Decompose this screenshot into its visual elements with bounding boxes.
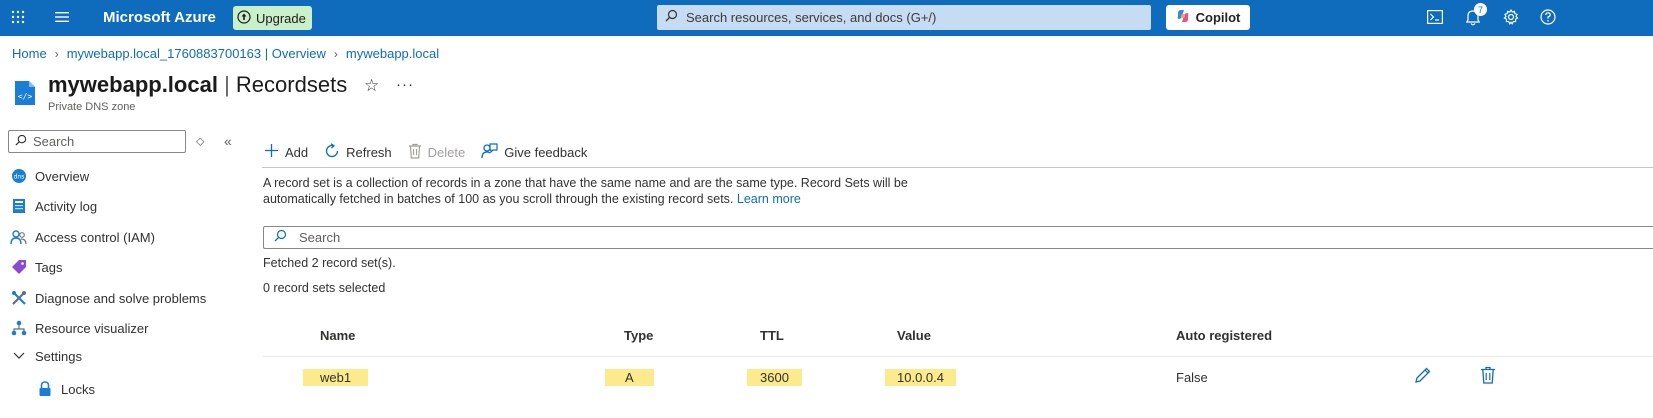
- sidebar-item-label: Locks: [61, 381, 95, 397]
- breadcrumb-home[interactable]: Home: [12, 46, 47, 61]
- menu-search-box[interactable]: [8, 130, 186, 153]
- expand-collapse-icon[interactable]: ⬦: [196, 134, 204, 149]
- trash-icon: [408, 143, 422, 162]
- upgrade-label: Upgrade: [256, 10, 306, 26]
- dns-zone-icon: dns: [10, 168, 27, 185]
- resource-name: mywebapp.local: [48, 72, 218, 97]
- recordsets-description: A record set is a collection of records …: [263, 175, 913, 207]
- sidebar-item-overview[interactable]: dns Overview: [10, 164, 89, 188]
- search-icon: [274, 229, 287, 247]
- copilot-icon: [1176, 9, 1190, 26]
- chevron-down-icon: [10, 348, 27, 365]
- notification-count-badge: 7: [1474, 3, 1487, 16]
- learn-more-link[interactable]: Learn more: [737, 192, 801, 206]
- sidebar-item-diagnose[interactable]: Diagnose and solve problems: [10, 286, 206, 310]
- breadcrumb-zone[interactable]: mywebapp.local: [346, 46, 439, 61]
- breadcrumb-overview[interactable]: mywebapp.local_1760883700163 | Overview: [67, 46, 326, 61]
- lock-icon: [36, 381, 53, 398]
- sidebar-item-resource-visualizer[interactable]: Resource visualizer: [10, 316, 148, 340]
- column-header-ttl[interactable]: TTL: [760, 328, 784, 343]
- plus-icon: [264, 143, 279, 161]
- cell-ttl: 3600: [747, 369, 802, 386]
- people-icon: [10, 229, 27, 246]
- sidebar-item-activity-log[interactable]: Activity log: [10, 194, 97, 218]
- refresh-icon: [324, 142, 340, 162]
- sidebar-item-settings[interactable]: Settings: [10, 344, 82, 368]
- global-search-input[interactable]: [686, 10, 1146, 25]
- chevron-right-icon: ›: [54, 46, 59, 61]
- command-bar-divider: [262, 167, 1653, 168]
- recordset-search-input[interactable]: [299, 230, 1599, 245]
- wrench-icon: [10, 290, 27, 307]
- resource-type-subtitle: Private DNS zone: [48, 101, 136, 113]
- svg-text:dns: dns: [13, 174, 24, 181]
- sidebar-item-label: Diagnose and solve problems: [35, 290, 207, 306]
- column-header-value[interactable]: Value: [897, 328, 931, 343]
- blade-name: Recordsets: [235, 72, 348, 97]
- delete-label: Delete: [427, 144, 466, 160]
- column-header-type[interactable]: Type: [624, 328, 653, 343]
- sidebar-item-label: Overview: [35, 168, 90, 184]
- cloud-shell-icon[interactable]: [1427, 10, 1443, 24]
- favorite-star-icon[interactable]: ☆: [364, 76, 379, 96]
- command-bar: Add Refresh Delete Give feedback: [264, 140, 587, 164]
- fetched-status: Fetched 2 record set(s).: [263, 256, 396, 270]
- menu-search-input[interactable]: [33, 134, 183, 149]
- cell-value: 10.0.0.4: [885, 369, 956, 386]
- chevron-right-icon: ›: [333, 46, 338, 61]
- portal-menu-icon[interactable]: [55, 11, 69, 23]
- edit-pencil-icon[interactable]: [1414, 366, 1432, 389]
- column-header-name[interactable]: Name: [320, 328, 355, 343]
- upgrade-button[interactable]: Upgrade: [233, 6, 312, 30]
- title-separator: |: [224, 72, 230, 97]
- tag-icon: [10, 259, 27, 276]
- sidebar-item-access-control[interactable]: Access control (IAM): [10, 225, 155, 249]
- brand-title[interactable]: Microsoft Azure: [103, 9, 216, 26]
- sidebar-item-label: Resource visualizer: [35, 320, 149, 336]
- copilot-button[interactable]: Copilot: [1166, 5, 1250, 30]
- sidebar-item-label: Settings: [35, 348, 82, 364]
- delete-button[interactable]: Delete: [408, 143, 466, 162]
- refresh-label: Refresh: [346, 144, 392, 160]
- hierarchy-icon: [10, 320, 27, 337]
- sidebar-item-label: Access control (IAM): [35, 229, 155, 245]
- recordset-search-box[interactable]: [263, 226, 1653, 249]
- svg-text:</>: </>: [18, 92, 33, 101]
- column-header-auto-registered[interactable]: Auto registered: [1176, 328, 1272, 343]
- add-label: Add: [285, 144, 309, 160]
- breadcrumb: Home › mywebapp.local_1760883700163 | Ov…: [12, 46, 439, 61]
- delete-trash-icon[interactable]: [1480, 366, 1496, 389]
- add-button[interactable]: Add: [264, 143, 308, 161]
- help-icon[interactable]: [1540, 9, 1556, 25]
- global-search-box[interactable]: [657, 5, 1151, 30]
- more-options-icon[interactable]: ···: [396, 76, 414, 93]
- refresh-button[interactable]: Refresh: [324, 142, 392, 162]
- collapse-menu-icon[interactable]: «: [224, 133, 232, 149]
- give-feedback-button[interactable]: Give feedback: [481, 142, 587, 162]
- activity-log-icon: [10, 198, 27, 215]
- sidebar-item-locks[interactable]: Locks: [36, 377, 95, 401]
- copilot-label: Copilot: [1195, 10, 1241, 25]
- search-icon: [15, 133, 27, 151]
- feedback-label: Give feedback: [504, 144, 588, 160]
- cell-auto-registered: False: [1176, 370, 1208, 385]
- cell-name[interactable]: web1: [303, 369, 369, 386]
- sidebar-item-label: Activity log: [35, 198, 98, 214]
- search-icon: [665, 9, 678, 27]
- selected-status: 0 record sets selected: [263, 281, 386, 295]
- top-bar: Microsoft Azure Upgrade Copilot 7: [0, 0, 1653, 36]
- settings-gear-icon[interactable]: [1503, 9, 1519, 25]
- cell-type: A: [605, 369, 654, 386]
- app-launcher-icon[interactable]: [11, 10, 25, 24]
- page-title: mywebapp.local | Recordsets: [48, 72, 347, 98]
- upgrade-icon: [237, 9, 251, 27]
- header-row-divider: [263, 356, 1653, 357]
- sidebar-item-label: Tags: [35, 259, 63, 275]
- description-text: A record set is a collection of records …: [263, 176, 908, 206]
- private-dns-zone-icon: </>: [13, 80, 37, 111]
- sidebar-item-tags[interactable]: Tags: [10, 255, 62, 279]
- feedback-icon: [481, 142, 498, 162]
